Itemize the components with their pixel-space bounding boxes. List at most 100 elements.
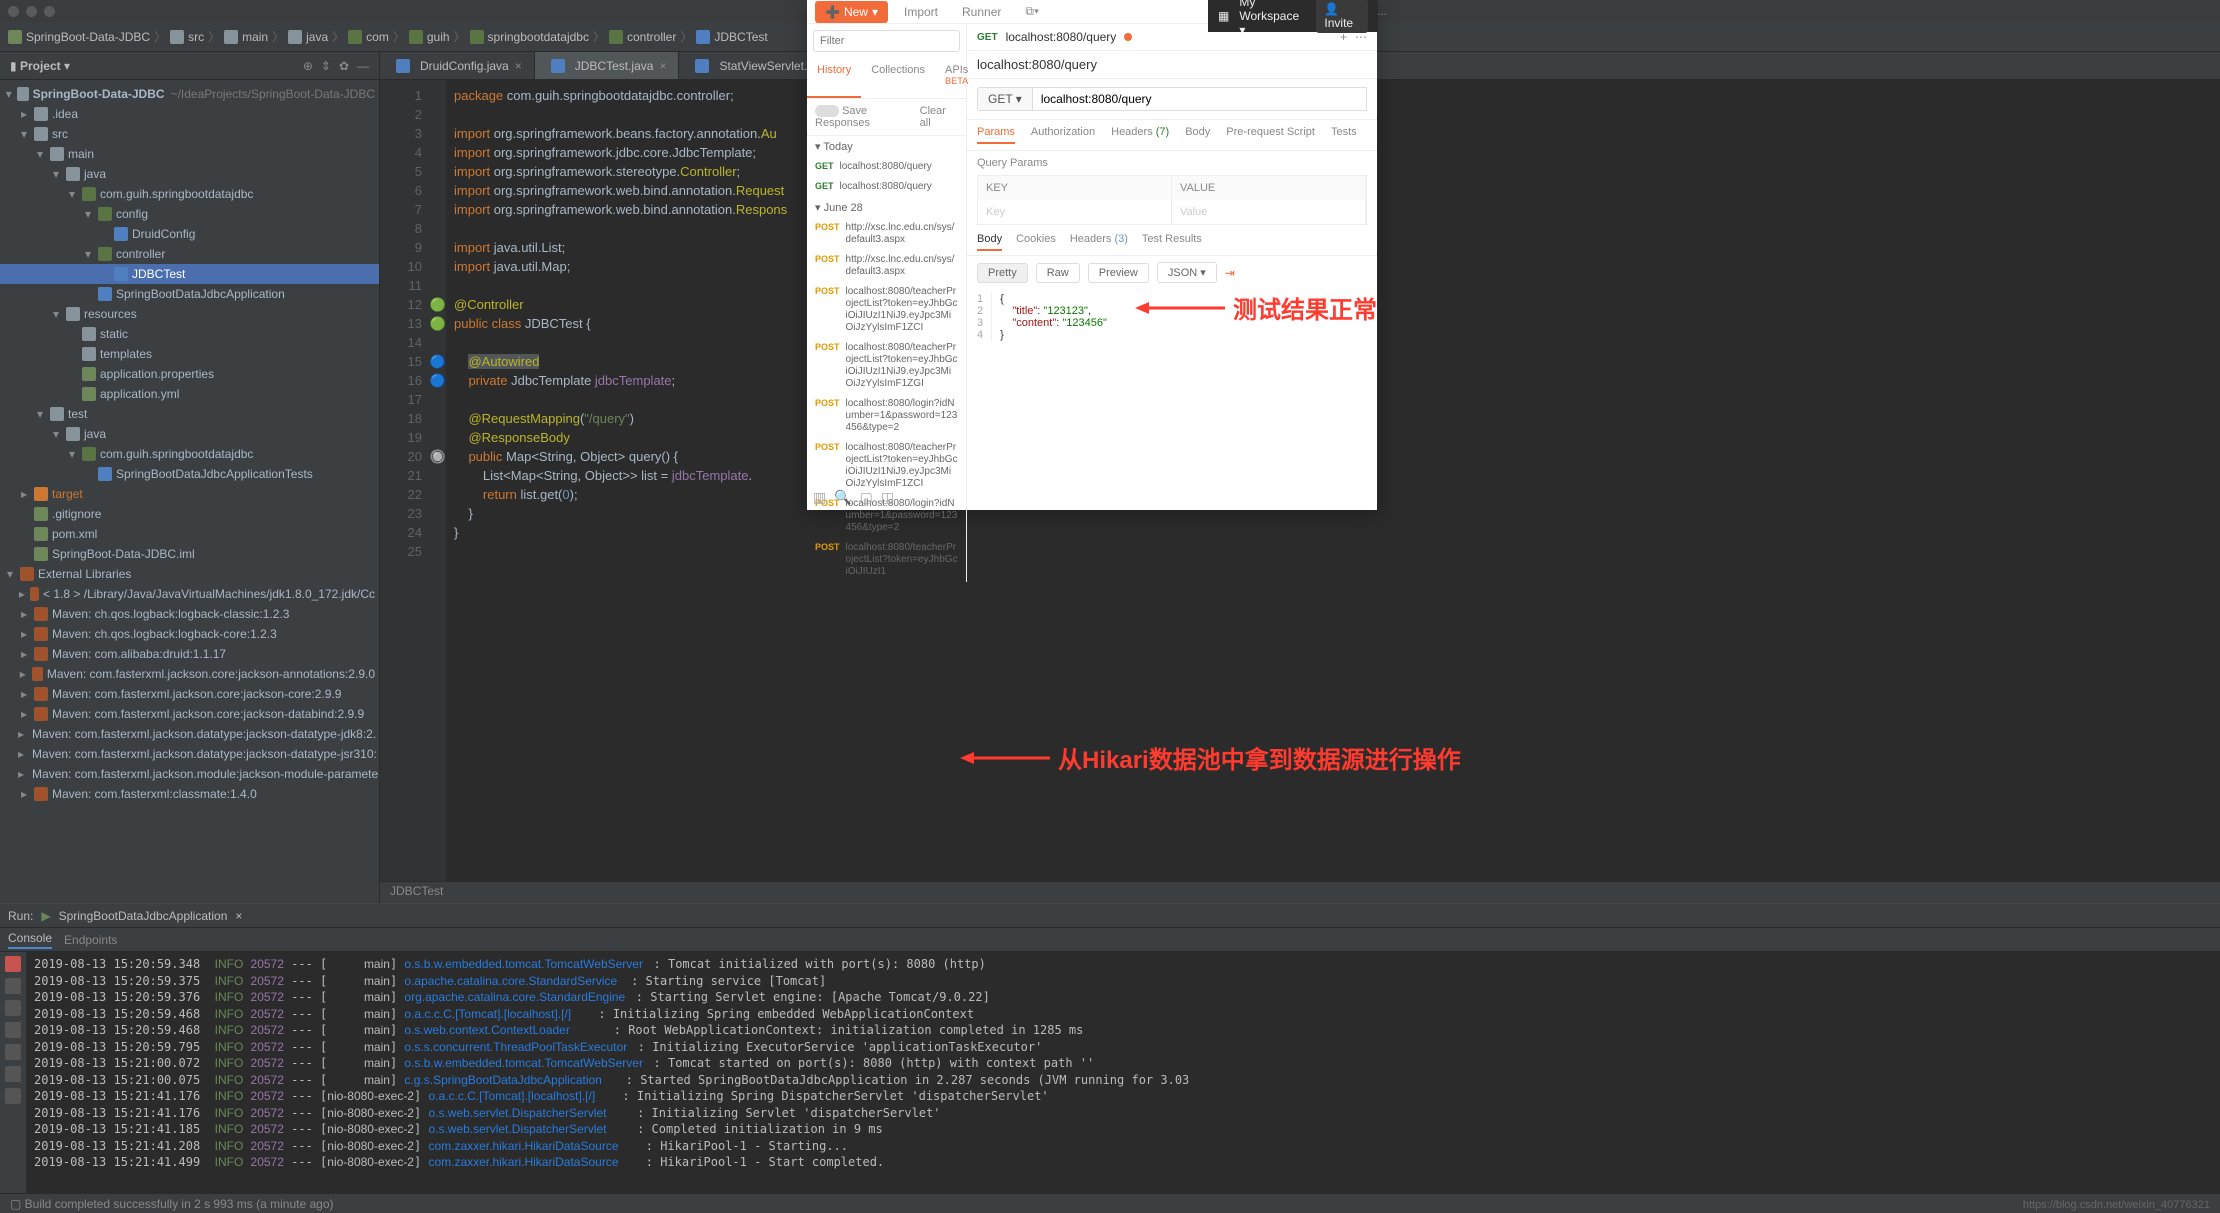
crumb[interactable]: java (306, 30, 328, 44)
down-icon[interactable] (5, 1022, 21, 1038)
crumb[interactable]: controller (627, 30, 676, 44)
subtab-tests[interactable]: Tests (1331, 126, 1357, 144)
subtab-prerequest[interactable]: Pre-request Script (1226, 126, 1315, 144)
history-item[interactable]: POSTlocalhost:8080/teacherProjectList?to… (807, 282, 966, 338)
subtab-body[interactable]: Body (1185, 126, 1210, 144)
tree-item[interactable]: DruidConfig (132, 225, 195, 243)
crumb[interactable]: guih (427, 30, 450, 44)
subtab-params[interactable]: Params (977, 126, 1015, 144)
tree-item[interactable]: resources (84, 305, 137, 323)
browse-icon[interactable]: ◫ (881, 489, 894, 506)
history-item[interactable]: POSTlocalhost:8080/login?idNumber=1&pass… (807, 394, 966, 438)
tree-item[interactable]: com.guih.springbootdatajdbc (100, 445, 253, 463)
tree-item[interactable]: application.properties (100, 365, 214, 383)
tree-item[interactable]: External Libraries (38, 565, 131, 583)
tree-item[interactable]: java (84, 165, 106, 183)
history-item[interactable]: POSTlocalhost:8080/teacherProjectList?to… (807, 538, 966, 582)
up-icon[interactable] (5, 1000, 21, 1016)
history-item[interactable]: POSThttp://xsc.lnc.edu.cn/sys/default3.a… (807, 250, 966, 282)
history-item[interactable]: POSTlocalhost:8080/teacherProjectList?to… (807, 438, 966, 494)
rerun-icon[interactable] (5, 978, 21, 994)
tree-item[interactable]: Maven: com.fasterxml.jackson.core:jackso… (47, 665, 375, 683)
resptab-headers[interactable]: Headers (3) (1070, 233, 1128, 251)
params-table[interactable]: KEYVALUE KeyValue (977, 175, 1367, 225)
clear-all-link[interactable]: Clear all (920, 105, 958, 129)
tree-root[interactable]: SpringBoot-Data-JDBC (33, 85, 165, 103)
crumb[interactable]: SpringBoot-Data-JDBC (26, 30, 150, 44)
tree-item[interactable]: Maven: com.alibaba:druid:1.1.17 (52, 645, 226, 663)
history-group[interactable]: Today (823, 141, 852, 153)
breadcrumb[interactable]: SpringBoot-Data-JDBC〉 src〉 main〉 java〉 c… (8, 28, 768, 45)
tree-item[interactable]: java (84, 425, 106, 443)
history-group[interactable]: June 28 (824, 202, 863, 214)
filter-input[interactable] (813, 30, 960, 52)
max-dot[interactable] (44, 6, 55, 17)
viewtab-pretty[interactable]: Pretty (977, 263, 1028, 283)
runner-button[interactable]: Runner (954, 1, 1009, 23)
locate-icon[interactable]: ⊕ (303, 59, 313, 73)
tree-item[interactable]: < 1.8 > /Library/Java/JavaVirtualMachine… (43, 585, 375, 603)
key-input[interactable]: Key (978, 200, 1172, 224)
stop-icon[interactable] (5, 956, 21, 972)
wrap-icon[interactable] (5, 1044, 21, 1060)
resptab-body[interactable]: Body (977, 233, 1002, 251)
tree-item[interactable]: .gitignore (52, 505, 101, 523)
crumb[interactable]: src (188, 30, 204, 44)
tree-item[interactable]: static (100, 325, 128, 343)
tree-item[interactable]: SpringBootDataJdbcApplication (116, 285, 285, 303)
tree-item[interactable]: com.guih.springbootdatajdbc (100, 185, 253, 203)
tab-console[interactable]: Console (8, 931, 52, 949)
tree-item[interactable]: Maven: com.fasterxml.jackson.datatype:ja… (32, 725, 376, 743)
settings-icon[interactable]: ✿ (339, 59, 349, 73)
tree-item-selected[interactable]: JDBCTest (132, 265, 185, 283)
crumb[interactable]: main (242, 30, 268, 44)
resptab-tests[interactable]: Test Results (1142, 233, 1202, 251)
run-config[interactable]: SpringBootDataJdbcApplication (59, 909, 228, 923)
editor-tab[interactable]: DruidConfig.java× (380, 52, 535, 79)
format-select[interactable]: JSON ▾ (1157, 262, 1217, 283)
tree-item[interactable]: target (52, 485, 83, 503)
tree-item[interactable]: SpringBootDataJdbcApplicationTests (116, 465, 313, 483)
crumb[interactable]: JDBCTest (714, 30, 767, 44)
subtab-auth[interactable]: Authorization (1031, 126, 1095, 144)
save-toggle[interactable] (815, 105, 839, 117)
tree-item[interactable]: test (68, 405, 87, 423)
history-item[interactable]: POSTlocalhost:8080/teacherProjectList?to… (807, 338, 966, 394)
tree-item[interactable]: Maven: com.fasterxml.jackson.module:jack… (32, 765, 379, 783)
close-icon[interactable]: × (235, 909, 242, 923)
request-title[interactable]: localhost:8080/query (967, 51, 1377, 79)
tree-item[interactable]: main (68, 145, 94, 163)
close-icon[interactable]: × (659, 59, 666, 73)
viewtab-raw[interactable]: Raw (1036, 263, 1080, 283)
sidebar-toggle-icon[interactable]: ▥ (813, 489, 826, 506)
tab-history[interactable]: History (807, 58, 861, 98)
project-tree[interactable]: ▾SpringBoot-Data-JDBC~/IdeaProjects/Spri… (0, 80, 379, 808)
tree-item[interactable]: application.yml (100, 385, 179, 403)
window-controls[interactable] (8, 6, 55, 17)
tree-item[interactable]: Maven: com.fasterxml.jackson.datatype:ja… (32, 745, 377, 763)
history-item[interactable]: GETlocalhost:8080/query (807, 157, 966, 177)
wrap-icon[interactable]: ⇥ (1225, 266, 1235, 280)
resptab-cookies[interactable]: Cookies (1016, 233, 1056, 251)
window-icon[interactable]: ⧉▾ (1017, 0, 1047, 23)
history-item[interactable]: POSThttp://xsc.lnc.edu.cn/sys/default3.a… (807, 218, 966, 250)
print-icon[interactable] (5, 1066, 21, 1082)
history-item[interactable]: GETlocalhost:8080/query (807, 177, 966, 197)
crumb[interactable]: springbootdatajdbc (488, 30, 589, 44)
close-dot[interactable] (8, 6, 19, 17)
tree-item[interactable]: config (116, 205, 148, 223)
tree-item[interactable]: .idea (52, 105, 78, 123)
crumb[interactable]: com (366, 30, 389, 44)
invite-button[interactable]: 👤 Invite (1316, 0, 1368, 33)
hide-icon[interactable]: — (357, 59, 369, 73)
tree-item[interactable]: SpringBoot-Data-JDBC.iml (52, 545, 195, 563)
new-button[interactable]: ➕ New ▾ (815, 1, 888, 23)
console-output[interactable]: 2019-08-13 15:20:59.348 INFO 20572 --- [… (26, 952, 2220, 1193)
tab-collections[interactable]: Collections (861, 58, 935, 98)
subtab-headers[interactable]: Headers (7) (1111, 126, 1169, 144)
collapse-icon[interactable]: ⇕ (321, 59, 331, 73)
tree-item[interactable]: src (52, 125, 68, 143)
find-icon[interactable]: 🔍 (834, 489, 851, 506)
tree-item[interactable]: controller (116, 245, 165, 263)
value-input[interactable]: Value (1172, 200, 1366, 224)
